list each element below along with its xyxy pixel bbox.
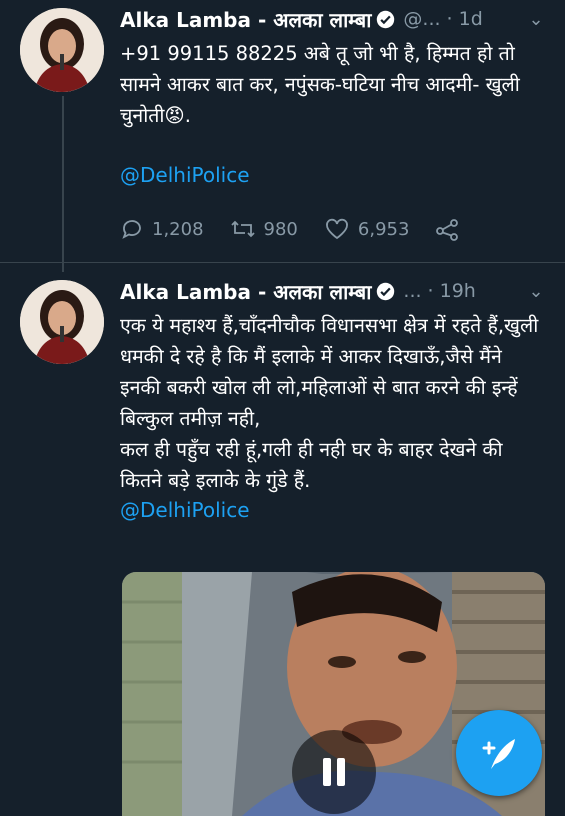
tweet-time[interactable]: · 19h (428, 280, 476, 302)
reply-button[interactable]: 1,208 (120, 217, 204, 241)
heart-icon (325, 218, 348, 240)
tweet-text: एक ये महाश्य हैं,चाँदनीचौक विधानसभा क्षे… (120, 314, 539, 492)
pause-icon (323, 758, 345, 786)
mention-link[interactable]: @DelhiPolice (120, 498, 547, 522)
author-name[interactable]: Alka Lamba - अलका लाम्बा (120, 278, 371, 305)
like-count: 6,953 (357, 218, 410, 240)
pause-button[interactable] (292, 730, 376, 814)
tweet-divider (0, 262, 565, 263)
retweet-icon (230, 220, 255, 238)
compose-feather-icon (482, 739, 515, 769)
share-icon (436, 219, 459, 241)
share-button[interactable] (435, 217, 469, 241)
tweet-1[interactable]: Alka Lamba - अलका लाम्बा @... · 1d ⌄ +91… (0, 0, 565, 272)
verified-badge-icon (377, 10, 395, 28)
avatar[interactable] (20, 8, 104, 92)
retweet-button[interactable]: 980 (230, 217, 298, 241)
retweet-count: 980 (263, 218, 298, 240)
chevron-down-icon[interactable]: ⌄ (525, 281, 547, 302)
author-handle[interactable]: ... (403, 280, 421, 302)
reply-count: 1,208 (152, 218, 204, 240)
thread-line (62, 96, 64, 272)
reply-icon (122, 220, 141, 239)
tweet-time[interactable]: · 1d (447, 8, 483, 30)
author-name[interactable]: Alka Lamba - अलका लाम्बा (120, 6, 371, 33)
profile-photo-icon (20, 8, 104, 92)
chevron-down-icon[interactable]: ⌄ (525, 9, 547, 30)
verified-badge-icon (377, 282, 395, 300)
compose-tweet-button[interactable] (456, 710, 542, 796)
like-button[interactable]: 6,953 (324, 217, 410, 241)
avatar[interactable] (20, 280, 104, 364)
profile-photo-icon (20, 280, 104, 364)
author-handle[interactable]: @... (403, 8, 440, 30)
mention-link[interactable]: @DelhiPolice (120, 163, 547, 187)
tweet-text: +91 99115 88225 अबे तू जो भी है, हिम्मत … (120, 42, 527, 127)
